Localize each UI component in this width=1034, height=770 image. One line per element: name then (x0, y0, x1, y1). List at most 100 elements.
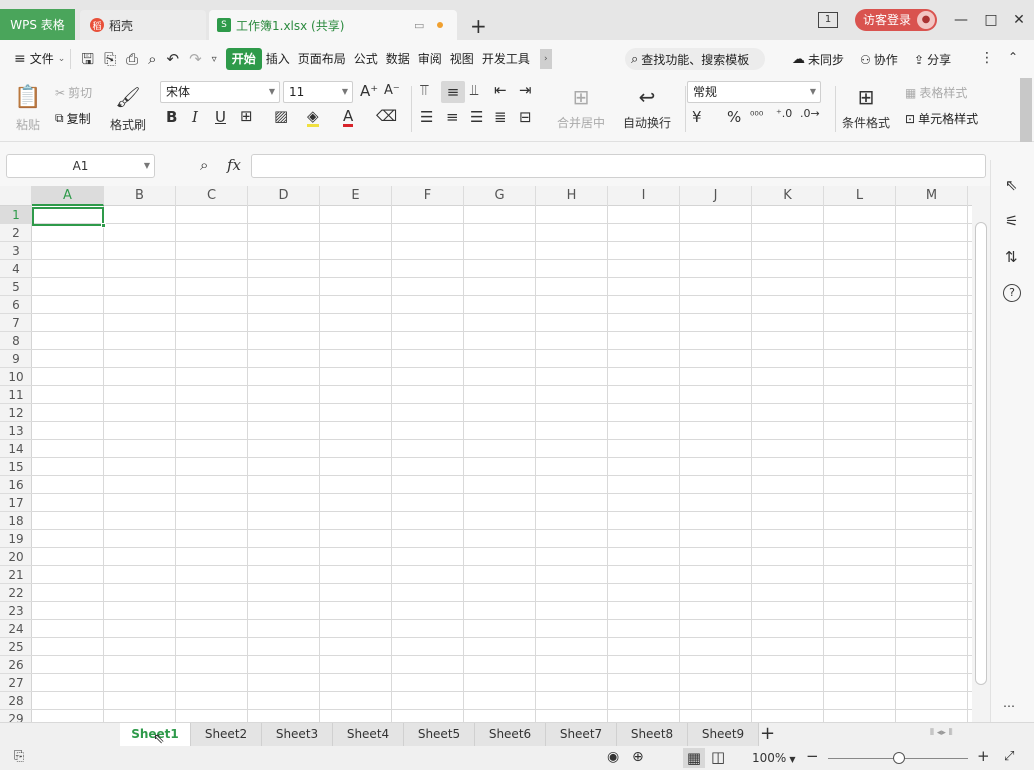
row-header-7[interactable]: 7 (0, 314, 32, 332)
font-size-select[interactable]: 11 ▼ (283, 81, 353, 103)
indent-decrease-icon[interactable]: ⇤ (494, 83, 507, 98)
menu-home[interactable]: 开始 (225, 48, 262, 70)
row-header-11[interactable]: 11 (0, 386, 32, 404)
more-options-icon[interactable]: ⋮ (980, 50, 994, 66)
view-mode-icon[interactable]: ⊕ (632, 750, 644, 764)
zoom-slider-thumb[interactable] (893, 752, 905, 764)
zoom-function-icon[interactable]: ⌕ (200, 158, 208, 173)
number-format-select[interactable]: 常规 ▼ (687, 81, 821, 103)
row-header-17[interactable]: 17 (0, 494, 32, 512)
align-left-icon[interactable]: ☰ (420, 110, 433, 125)
collaborate-button[interactable]: ⚇ 协作 (860, 51, 898, 68)
save-icon[interactable]: 🖫 (81, 51, 94, 67)
tab-wps-spreadsheet[interactable]: WPS 表格 (0, 9, 75, 40)
sheet-tab-sheet3[interactable]: Sheet3 (262, 723, 333, 746)
italic-icon[interactable]: I (192, 110, 198, 125)
align-middle-icon[interactable]: ≡ (441, 81, 465, 103)
normal-view-icon[interactable]: ▦ (683, 748, 705, 768)
customize-quick-access-icon[interactable]: ▿ (212, 54, 217, 65)
column-header-m[interactable]: M (896, 186, 968, 206)
minimize-button[interactable]: — (950, 10, 972, 30)
font-color-icon[interactable]: A (343, 109, 354, 127)
fill-handle[interactable] (101, 223, 106, 228)
column-header-k[interactable]: K (752, 186, 824, 206)
monitor-icon[interactable]: ▭ (414, 19, 424, 32)
currency-icon[interactable]: ¥ (692, 110, 702, 125)
row-header-12[interactable]: 12 (0, 404, 32, 422)
increase-decimal-icon[interactable]: ⁺.0 (776, 108, 792, 119)
row-header-20[interactable]: 20 (0, 548, 32, 566)
distributed-icon[interactable]: ⊟ (519, 110, 532, 125)
align-top-icon[interactable]: ⫪ (420, 83, 428, 98)
row-header-2[interactable]: 2 (0, 224, 32, 242)
sheet-tab-sheet8[interactable]: Sheet8 (617, 723, 688, 746)
indent-increase-icon[interactable]: ⇥ (519, 83, 532, 98)
row-header-3[interactable]: 3 (0, 242, 32, 260)
percent-icon[interactable]: % (727, 110, 741, 125)
row-header-25[interactable]: 25 (0, 638, 32, 656)
column-header-g[interactable]: G (464, 186, 536, 206)
sheet-nav-icon[interactable]: ⦀ ◂▸ ⦀ (930, 728, 953, 738)
tab-document[interactable]: S 工作簿1.xlsx (共享) ▭ (209, 10, 457, 40)
row-header-19[interactable]: 19 (0, 530, 32, 548)
macro-record-icon[interactable]: ⎘ (14, 750, 24, 763)
sheet-tab-sheet2[interactable]: Sheet2 (191, 723, 262, 746)
row-header-29[interactable]: 29 (0, 710, 32, 722)
row-header-27[interactable]: 27 (0, 674, 32, 692)
wrap-text-button[interactable]: ↩ 自动换行 (620, 82, 674, 136)
row-header-16[interactable]: 16 (0, 476, 32, 494)
sheet-tab-sheet4[interactable]: Sheet4 (333, 723, 404, 746)
menu-developer[interactable]: 开发工具 (478, 48, 534, 70)
transfer-icon[interactable]: ⇅ (1005, 250, 1018, 265)
justify-icon[interactable]: ≣ (494, 110, 507, 125)
sheet-tab-sheet9[interactable]: Sheet9 (688, 723, 759, 746)
more-icon[interactable]: ⋯ (1003, 700, 1015, 712)
add-sheet-button[interactable]: + (760, 723, 775, 745)
row-header-22[interactable]: 22 (0, 584, 32, 602)
settings-sliders-icon[interactable]: ⚟ (1005, 214, 1018, 229)
menu-scroll-right-icon[interactable]: › (539, 49, 552, 69)
sheet-tab-sheet6[interactable]: Sheet6 (475, 723, 546, 746)
print-icon[interactable]: ⎙ (126, 51, 138, 67)
borders-icon[interactable]: ⊞ (240, 109, 253, 124)
vertical-scroll-thumb[interactable] (975, 222, 987, 685)
menu-insert[interactable]: 插入 (262, 48, 294, 70)
chevron-down-icon[interactable]: ⌄ (58, 54, 66, 64)
row-header-9[interactable]: 9 (0, 350, 32, 368)
format-painter-button[interactable]: 🖌 格式刷 (106, 82, 150, 136)
merge-center-button[interactable]: ⊞ 合并居中 (550, 82, 612, 136)
print-preview-icon[interactable]: ⌕ (148, 51, 156, 67)
row-header-14[interactable]: 14 (0, 440, 32, 458)
row-header-6[interactable]: 6 (0, 296, 32, 314)
close-button[interactable]: ✕ (1008, 10, 1030, 30)
cell-area[interactable] (32, 206, 972, 722)
menu-formulas[interactable]: 公式 (350, 48, 382, 70)
column-header-e[interactable]: E (320, 186, 392, 206)
undo-icon[interactable]: ↶ (167, 51, 180, 67)
hamburger-icon[interactable]: ≡ (14, 51, 26, 67)
select-all-corner[interactable] (0, 186, 32, 206)
guest-login-button[interactable]: 访客登录 ● (855, 9, 937, 31)
cut-button[interactable]: ✂ 剪切 (55, 84, 92, 101)
sheet-tab-sheet7[interactable]: Sheet7 (546, 723, 617, 746)
clear-format-icon[interactable]: ⌫ (376, 109, 397, 124)
maximize-button[interactable]: □ (980, 10, 1002, 30)
column-header-f[interactable]: F (392, 186, 464, 206)
highlight-icon[interactable]: ◈ (307, 109, 319, 127)
row-header-15[interactable]: 15 (0, 458, 32, 476)
row-header-21[interactable]: 21 (0, 566, 32, 584)
conditional-format-button[interactable]: ⊞ 条件格式 (836, 82, 896, 136)
copy-button[interactable]: ⧉ 复制 (55, 110, 91, 127)
eye-protection-icon[interactable]: ◉ (607, 750, 619, 764)
align-center-icon[interactable]: ≡ (446, 110, 459, 125)
new-tab-button[interactable]: + (470, 14, 487, 38)
active-cell[interactable] (32, 207, 104, 226)
row-header-8[interactable]: 8 (0, 332, 32, 350)
decrease-decimal-icon[interactable]: .0→ (800, 108, 820, 119)
select-cursor-icon[interactable]: ⇖ (1005, 178, 1018, 193)
increase-font-icon[interactable]: A⁺ (360, 84, 378, 99)
column-header-a[interactable]: A (32, 186, 104, 206)
share-button[interactable]: ⇪ 分享 (914, 51, 951, 68)
row-header-5[interactable]: 5 (0, 278, 32, 296)
column-header-d[interactable]: D (248, 186, 320, 206)
